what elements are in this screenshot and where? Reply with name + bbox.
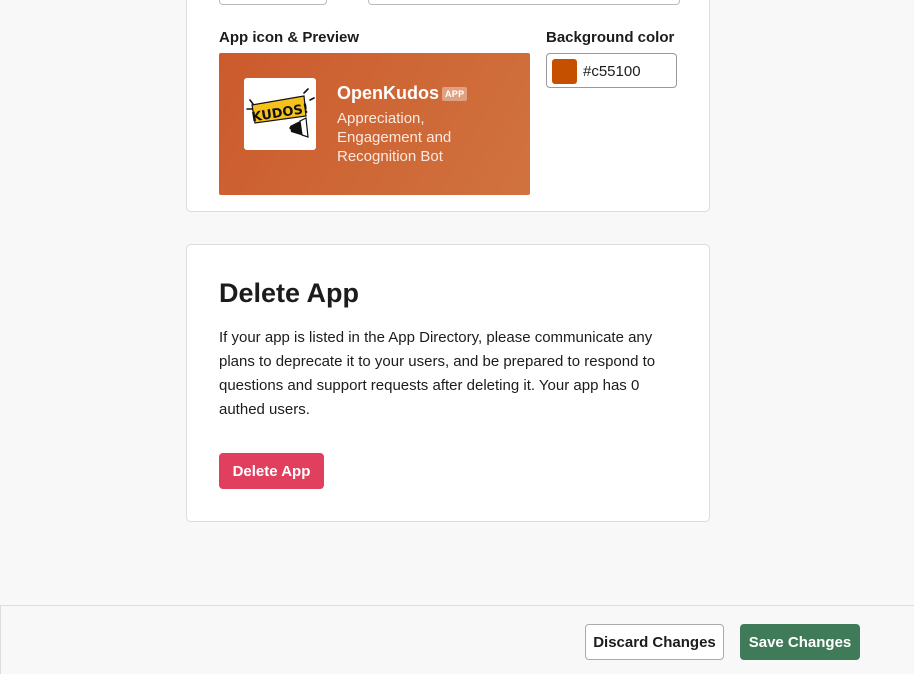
footer-bar: Discard Changes Save Changes [0,605,914,674]
background-color-label: Background color [546,29,675,46]
top-input-partial-right[interactable] [368,0,680,5]
app-description: Appreciation, Engagement and Recognition… [337,110,452,165]
app-badge: APP [442,87,468,101]
background-color-value[interactable]: #c55100 [583,63,641,80]
background-color-input[interactable]: #c55100 [546,53,677,88]
kudos-logo-graphic: KUDOS! [246,88,315,138]
color-swatch[interactable] [552,59,577,84]
top-input-partial-left[interactable] [219,0,327,5]
delete-app-button[interactable]: Delete App [219,453,324,489]
kudos-megaphone-icon[interactable]: KUDOS! [244,78,316,150]
delete-app-description: If your app is listed in the App Directo… [219,329,656,418]
delete-app-title: Delete App [219,278,360,308]
app-name: OpenKudos [337,83,439,103]
app-icon-preview-label: App icon & Preview [219,29,360,46]
discard-changes-button[interactable]: Discard Changes [585,624,724,660]
display-information-card: App icon & Preview Background color KUDO… [186,0,710,212]
app-preview-card: KUDOS! OpenKudos APP Appreciation, Engag… [219,53,530,195]
delete-app-card: Delete App If your app is listed in the … [186,244,710,522]
save-changes-button[interactable]: Save Changes [740,624,860,660]
